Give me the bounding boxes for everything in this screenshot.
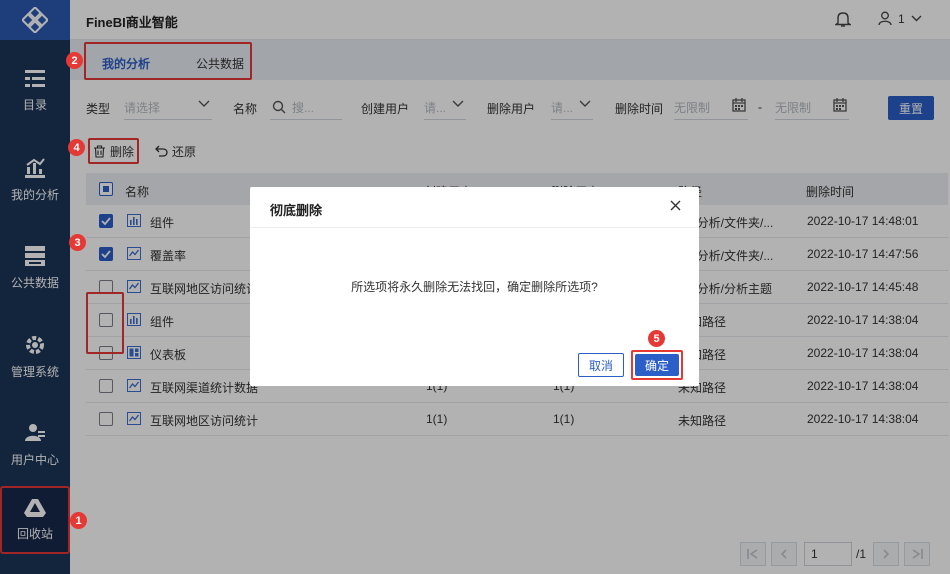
close-icon <box>670 200 681 211</box>
dialog-title: 彻底删除 <box>270 203 323 218</box>
close-button[interactable] <box>670 200 681 214</box>
confirm-button[interactable]: 确定 <box>635 354 679 376</box>
step-marker-2: 2 <box>66 52 83 69</box>
step-marker-5: 5 <box>648 330 665 347</box>
step-marker-1: 1 <box>70 512 87 529</box>
confirm-highlight: 确定 <box>631 350 683 380</box>
dialog-divider <box>250 227 699 228</box>
step-marker-4: 4 <box>68 139 85 156</box>
confirm-delete-dialog: 彻底删除 所选项将永久删除无法找回，确定删除所选项? 取消 确定 <box>250 187 699 386</box>
dialog-message: 所选项将永久删除无法找回，确定删除所选项? <box>351 280 598 294</box>
step-marker-3: 3 <box>69 234 86 251</box>
cancel-button[interactable]: 取消 <box>578 353 624 377</box>
